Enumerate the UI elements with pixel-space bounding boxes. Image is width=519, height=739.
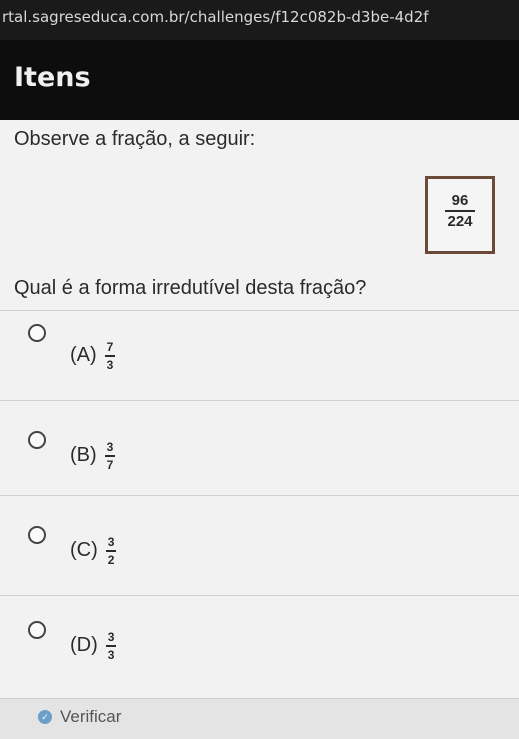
check-circle-icon: ✓ [38, 710, 52, 724]
option-denominator: 7 [106, 457, 114, 472]
address-bar[interactable]: rtal.sagreseduca.com.br/challenges/f12c0… [0, 0, 519, 40]
fraction-numerator: 96 [451, 192, 469, 209]
option-d[interactable]: (D) 3 3 [0, 595, 519, 685]
option-letter: (A) [70, 344, 97, 367]
fraction-denominator: 224 [447, 213, 473, 230]
option-letter: (C) [70, 539, 98, 562]
option-label[interactable]: (B) 3 7 [70, 440, 116, 472]
option-fraction: 3 7 [104, 440, 116, 472]
radio-button[interactable] [28, 526, 46, 544]
footer-bar: ✓ Verificar [0, 698, 519, 739]
radio-button[interactable] [28, 431, 46, 449]
page-title: Itens [14, 62, 91, 93]
fraction-bar [445, 210, 475, 212]
option-b[interactable]: (B) 3 7 [0, 400, 519, 490]
option-label[interactable]: (A) 7 3 [70, 340, 116, 372]
page-header: Itens [0, 40, 519, 120]
option-denominator: 3 [107, 647, 115, 662]
option-letter: (D) [70, 634, 98, 657]
option-numerator: 3 [107, 535, 115, 549]
radio-button[interactable] [28, 324, 46, 342]
option-fraction: 7 3 [104, 340, 116, 372]
option-fraction: 3 3 [105, 630, 117, 662]
option-fraction: 3 2 [105, 535, 117, 567]
option-numerator: 3 [107, 630, 115, 644]
option-denominator: 3 [106, 357, 114, 372]
option-numerator: 7 [106, 340, 114, 354]
option-fraction-bar [104, 455, 116, 457]
verify-label: Verificar [60, 707, 122, 726]
fraction-box: 96 224 [425, 176, 495, 254]
option-numerator: 3 [106, 440, 114, 454]
radio-button[interactable] [28, 621, 46, 639]
option-label[interactable]: (D) 3 3 [70, 630, 117, 662]
url-text: rtal.sagreseduca.com.br/challenges/f12c0… [2, 8, 429, 26]
option-a[interactable]: (A) 7 3 [0, 310, 519, 400]
option-letter: (B) [70, 444, 97, 467]
given-fraction: 96 224 [428, 193, 492, 229]
option-c[interactable]: (C) 3 2 [0, 495, 519, 585]
option-fraction-bar [105, 645, 117, 647]
question-prompt: Observe a fração, a seguir: [14, 128, 256, 150]
option-denominator: 2 [107, 552, 115, 567]
option-label[interactable]: (C) 3 2 [70, 535, 117, 567]
option-fraction-bar [104, 355, 116, 357]
question-text: Qual é a forma irredutível desta fração? [14, 277, 367, 299]
option-fraction-bar [105, 550, 117, 552]
question-content: Observe a fração, a seguir: 96 224 Qual … [0, 120, 519, 739]
verify-button[interactable]: ✓ Verificar [38, 707, 121, 727]
